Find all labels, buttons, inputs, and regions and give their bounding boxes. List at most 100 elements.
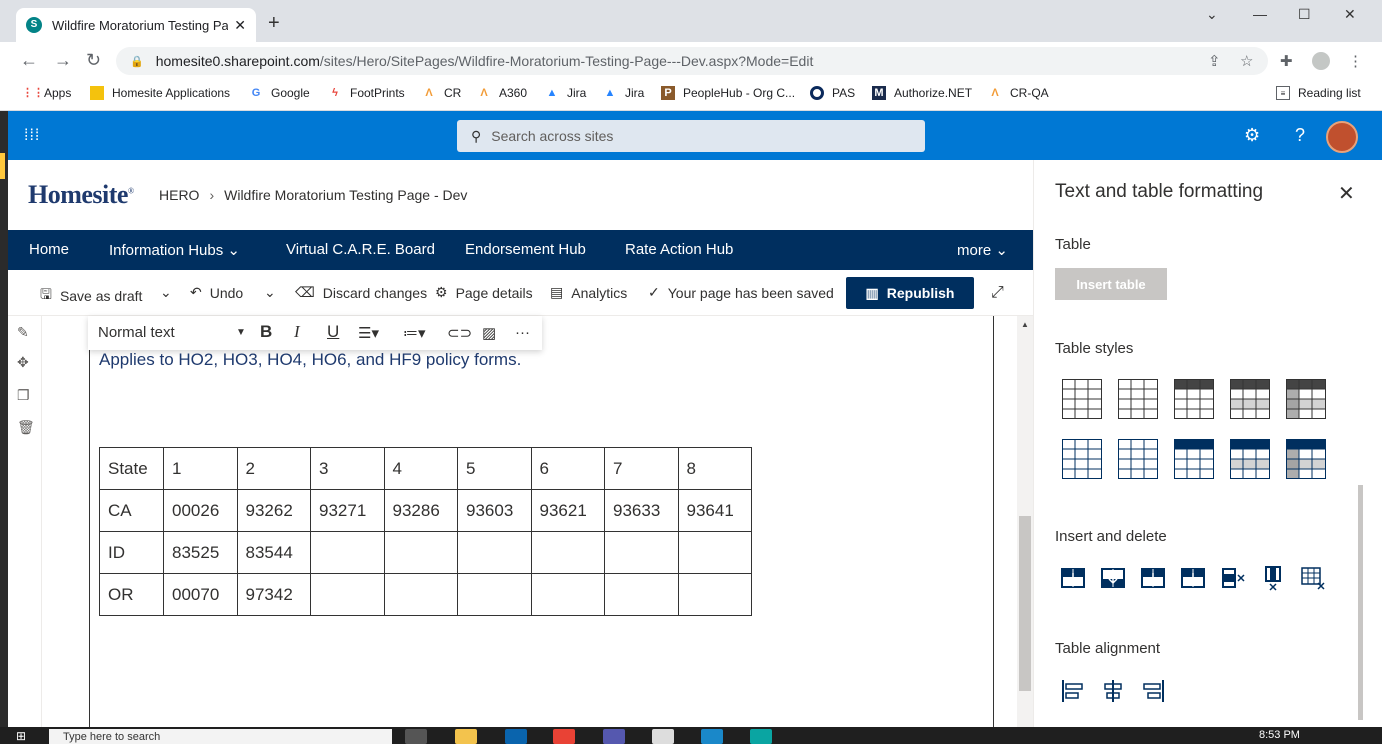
avatar[interactable] xyxy=(1326,121,1358,153)
nav-information-hubs[interactable]: Information Hubs ⌄ xyxy=(109,241,240,259)
nav-virtual-care-board[interactable]: Virtual C.A.R.E. Board xyxy=(286,241,435,258)
discard-changes-button[interactable]: ⌫ Discard changes xyxy=(295,284,427,301)
table-cell[interactable]: 93262 xyxy=(236,489,311,532)
search-input[interactable]: ⚲ Search across sites xyxy=(457,120,925,152)
page-details-button[interactable]: ⚙ Page details xyxy=(435,284,533,301)
edge-icon[interactable] xyxy=(750,729,772,744)
bookmark-homesite-applications[interactable]: Homesite Applications xyxy=(90,86,230,100)
table-style-option-icon[interactable] xyxy=(1118,379,1158,419)
bookmark-footprints[interactable]: ϟ FootPrints xyxy=(328,86,405,100)
reload-icon[interactable]: ↻ xyxy=(86,50,101,71)
insert-column-left-icon[interactable] xyxy=(1140,565,1166,591)
delete-column-icon[interactable] xyxy=(1260,565,1286,591)
undo-options-chevron[interactable]: ⌄ xyxy=(264,284,284,301)
table-cell[interactable] xyxy=(677,531,752,574)
table-style-option-icon[interactable] xyxy=(1062,379,1102,419)
undo-button[interactable]: ↶ Undo xyxy=(190,284,243,301)
tab-search-chevron-icon[interactable]: ⌄ xyxy=(1206,6,1218,23)
notepad-icon[interactable] xyxy=(652,729,674,744)
taskbar-search[interactable]: Type here to search xyxy=(49,729,392,744)
table-cell[interactable] xyxy=(310,531,385,574)
table-cell[interactable]: 00070 xyxy=(163,573,238,616)
bookmark-peoplehub[interactable]: P PeopleHub - Org C... xyxy=(661,86,795,100)
task-view-icon[interactable] xyxy=(405,729,427,744)
browser-tab[interactable]: S Wildfire Moratorium Testing Page ✕ xyxy=(16,8,256,42)
close-tab-icon[interactable]: ✕ xyxy=(234,17,246,34)
image-icon[interactable]: ▨ xyxy=(482,324,496,342)
save-options-chevron[interactable]: ⌄ xyxy=(160,284,180,301)
forward-arrow-icon[interactable]: → xyxy=(54,50,72,71)
bookmark-a360[interactable]: Λ A360 xyxy=(477,86,527,100)
table-cell[interactable] xyxy=(457,573,532,616)
nav-more[interactable]: more ⌄ xyxy=(957,241,1008,259)
reading-list[interactable]: ≡ Reading list xyxy=(1276,86,1361,100)
policy-forms-paragraph[interactable]: Applies to HO2, HO3, HO4, HO6, and HF9 p… xyxy=(99,350,521,370)
table-style-option-icon[interactable] xyxy=(1174,439,1214,479)
share-icon[interactable]: ⇪ xyxy=(1208,52,1221,70)
table-cell[interactable]: 93603 xyxy=(457,489,532,532)
state-codes-table[interactable]: State 1 2 3 4 5 6 7 8 CA 00026 93262 93271 93286 93603… xyxy=(99,447,752,616)
align-icon[interactable]: ☰▾ xyxy=(358,324,379,342)
align-table-center-icon[interactable] xyxy=(1100,678,1126,704)
bookmark-google[interactable]: G Google xyxy=(249,86,310,100)
table-cell[interactable]: 8 xyxy=(677,447,752,490)
bookmark-apps[interactable]: ⋮⋮ Apps xyxy=(22,86,71,100)
minimize-icon[interactable]: — xyxy=(1253,6,1267,22)
bookmark-star-icon[interactable]: ☆ xyxy=(1240,52,1253,70)
table-style-option-icon[interactable] xyxy=(1174,379,1214,419)
scroll-up-arrow-icon[interactable]: ▲ xyxy=(1021,320,1029,329)
table-cell[interactable]: ID xyxy=(99,531,164,574)
delete-table-icon[interactable] xyxy=(1300,565,1326,591)
table-cell[interactable] xyxy=(530,531,605,574)
table-cell[interactable] xyxy=(604,573,679,616)
table-cell[interactable]: 83525 xyxy=(163,531,238,574)
duplicate-webpart-icon[interactable]: ❐ xyxy=(17,387,30,404)
table-cell[interactable]: State xyxy=(99,447,164,490)
pane-scrollbar[interactable] xyxy=(1358,230,1364,720)
new-tab-icon[interactable]: + xyxy=(268,12,280,35)
align-table-right-icon[interactable] xyxy=(1140,678,1166,704)
windows-start-icon[interactable]: ⊞ xyxy=(16,729,26,743)
table-cell[interactable] xyxy=(383,531,458,574)
table-cell[interactable]: 83544 xyxy=(236,531,311,574)
expand-button[interactable]: ⤢ xyxy=(991,284,1012,302)
bookmark-jira[interactable]: ▲ Jira xyxy=(545,86,587,100)
save-as-draft-button[interactable]: 🖫 Save as draft xyxy=(40,284,142,308)
link-icon[interactable]: ⊂⊃ xyxy=(447,324,472,342)
table-style-option-icon[interactable] xyxy=(1230,379,1270,419)
delete-webpart-icon[interactable]: 🗑 xyxy=(17,419,35,436)
table-cell[interactable] xyxy=(457,531,532,574)
bookmark-cr-qa[interactable]: Λ CR-QA xyxy=(988,86,1048,100)
scroll-thumb[interactable] xyxy=(1019,516,1031,691)
table-cell[interactable]: 3 xyxy=(310,447,385,490)
back-arrow-icon[interactable]: ← xyxy=(20,50,38,71)
table-cell[interactable] xyxy=(310,573,385,616)
insert-row-below-icon[interactable] xyxy=(1100,565,1126,591)
table-cell[interactable]: 7 xyxy=(604,447,679,490)
table-cell[interactable]: 5 xyxy=(457,447,532,490)
more-options-icon[interactable]: ··· xyxy=(515,324,530,341)
table-cell[interactable]: 97342 xyxy=(236,573,311,616)
underline-button[interactable]: U xyxy=(327,322,339,342)
align-table-left-icon[interactable] xyxy=(1060,678,1086,704)
table-cell[interactable] xyxy=(530,573,605,616)
taskbar-clock[interactable]: 8:53 PM xyxy=(1259,729,1300,741)
canvas-scrollbar[interactable]: ▲ xyxy=(1017,316,1033,744)
italic-button[interactable]: I xyxy=(294,322,300,342)
bookmark-jira-2[interactable]: ▲ Jira xyxy=(603,86,645,100)
bookmark-cr[interactable]: Λ CR xyxy=(422,86,461,100)
browser-menu-icon[interactable]: ⋮ xyxy=(1348,52,1363,70)
edit-webpart-icon[interactable]: ✎ xyxy=(17,324,29,341)
outlook-icon[interactable] xyxy=(505,729,527,744)
maximize-icon[interactable]: ☐ xyxy=(1298,6,1311,23)
table-cell[interactable]: 93621 xyxy=(530,489,605,532)
table-cell[interactable]: 00026 xyxy=(163,489,238,532)
table-style-option-icon[interactable] xyxy=(1062,439,1102,479)
table-style-option-icon[interactable] xyxy=(1286,439,1326,479)
help-icon[interactable]: ? xyxy=(1295,125,1305,146)
bookmark-authorize-net[interactable]: M Authorize.NET xyxy=(872,86,972,100)
insert-column-right-icon[interactable] xyxy=(1180,565,1206,591)
table-cell[interactable]: 1 xyxy=(163,447,238,490)
table-cell[interactable]: OR xyxy=(99,573,164,616)
table-cell[interactable]: 6 xyxy=(530,447,605,490)
